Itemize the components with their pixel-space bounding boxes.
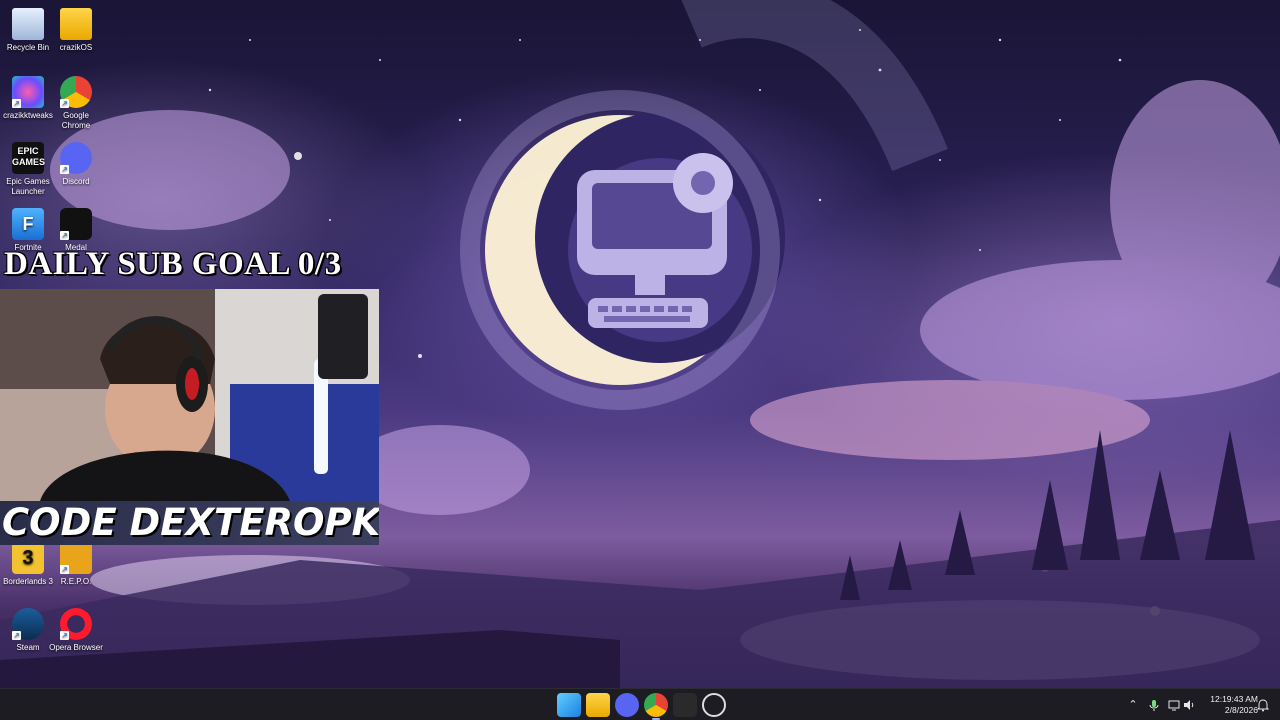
desktop-icon-label: crazikktweaks [3,111,53,120]
taskbar-file-explorer-button[interactable] [586,693,610,717]
chevron-up-icon[interactable]: ⌃ [1126,698,1140,712]
folder-icon [60,8,92,40]
epic-games-icon: EPIC GAMES [12,142,45,174]
desktop-icon-label: R.E.P.O. [60,577,92,586]
crazikktweaks-icon: ↗ [12,76,44,108]
microphone-icon[interactable] [1147,698,1161,712]
discord-icon: ↗ [60,142,92,174]
shortcut-arrow-icon: ↗ [60,231,69,240]
shortcut-arrow-icon: ↗ [12,99,21,108]
medal-icon: ↗ [60,208,92,240]
network-icon[interactable] [1167,698,1181,712]
desktop-icon-label: Recycle Bin [6,43,50,52]
webcam-overlay [0,289,379,501]
desktop-icon-label: Discord [62,177,90,186]
webcam-image [0,289,379,501]
creator-code-banner: CODE DEXTEROPK [0,501,379,545]
notification-bell-icon[interactable] [1256,698,1270,712]
desktop-icon-label: Borderlands 3 [3,577,53,586]
taskbar-chrome-button[interactable] [644,693,668,720]
steam-icon: ↗ [12,608,44,640]
desktop-icon-chrome[interactable]: ↗ Google Chrome [48,72,104,131]
repo-icon: ↗ [60,542,92,574]
borderlands-icon: 3 [12,542,44,574]
shortcut-arrow-icon: ↗ [12,631,21,640]
taskbar-clock-app-button[interactable] [702,693,726,717]
desktop-icon-discord[interactable]: ↗ Discord [48,138,104,187]
desktop-icon-label: Epic Games Launcher [6,177,50,196]
desktop-icon-folder[interactable]: crazikOS [48,4,104,53]
desktop-icon-label: Opera Browser [49,643,103,652]
desktop-icon-repo[interactable]: ↗ R.E.P.O. [48,538,104,587]
daily-sub-goal-overlay: DAILY SUB GOAL 0/3 [4,246,342,282]
recycle-bin-icon [12,8,44,40]
shortcut-arrow-icon: ↗ [60,565,69,574]
desktop-icon-label: Google Chrome [61,111,91,130]
clock-time: 12:19:43 AM [1210,694,1258,704]
desktop-icon-label: Steam [16,643,40,652]
shortcut-arrow-icon: ↗ [60,631,69,640]
chrome-icon: ↗ [60,76,92,108]
computer-emblem [568,153,752,342]
taskbar-epic-games-button[interactable] [673,693,697,717]
taskbar: ⌃ 12:19:43 AM 2/8/2026 [0,688,1280,720]
shortcut-arrow-icon: ↗ [60,165,69,174]
desktop-icon-opera[interactable]: ↗ Opera Browser [48,604,104,653]
system-clock[interactable]: 12:19:43 AM 2/8/2026 [1198,694,1258,716]
taskbar-start-button[interactable] [557,693,581,717]
desktop-icon-label: crazikOS [59,43,93,52]
opera-icon: ↗ [60,608,92,640]
fortnite-icon: F [12,208,44,240]
volume-icon[interactable] [1182,698,1196,712]
taskbar-discord-button[interactable] [615,693,639,717]
shortcut-arrow-icon: ↗ [60,99,69,108]
clock-date: 2/8/2026 [1224,705,1258,715]
